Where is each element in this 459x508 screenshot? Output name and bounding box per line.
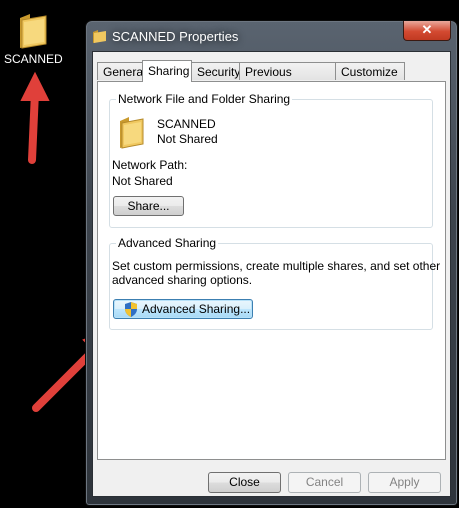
dialog-client: General Sharing Security Previous Versio… (92, 51, 451, 497)
advanced-sharing-group: Advanced Sharing Set custom permissions,… (109, 236, 440, 330)
tab-security[interactable]: Security (191, 62, 240, 80)
share-button[interactable]: Share... (113, 196, 184, 216)
tab-previous-versions[interactable]: Previous Versions (239, 62, 336, 97)
advanced-sharing-group-title: Advanced Sharing (116, 236, 219, 250)
advanced-sharing-button-label: Advanced Sharing... (142, 302, 251, 316)
apply-button[interactable]: Apply (368, 472, 441, 493)
advanced-sharing-description-1: Set custom permissions, create multiple … (112, 259, 441, 273)
shared-folder-name: SCANNED (157, 117, 216, 131)
close-window-button[interactable]: ✕ (403, 21, 451, 41)
close-button[interactable]: Close (208, 472, 281, 493)
close-icon: ✕ (421, 22, 433, 37)
uac-shield-icon (125, 302, 137, 317)
tab-customize[interactable]: Customize (335, 62, 405, 80)
share-status: Not Shared (157, 132, 218, 146)
folder-icon (93, 30, 106, 43)
network-sharing-group: Network File and Folder Sharing SCANNED … (109, 92, 433, 228)
sharing-tab-page: Network File and Folder Sharing SCANNED … (97, 81, 446, 460)
advanced-sharing-description-2: advanced sharing options. (112, 273, 253, 287)
network-path-label: Network Path: (112, 158, 188, 172)
folder-icon (120, 117, 144, 149)
arrow-up-icon (20, 71, 50, 164)
cancel-button[interactable]: Cancel (288, 472, 361, 493)
advanced-sharing-button[interactable]: Advanced Sharing... (113, 299, 253, 319)
network-sharing-group-title: Network File and Folder Sharing (116, 92, 293, 106)
title-bar[interactable]: SCANNED Properties ✕ (86, 21, 457, 51)
network-path-value: Not Shared (112, 174, 173, 188)
properties-window: SCANNED Properties ✕ General Sharing Sec… (85, 20, 458, 506)
tab-general[interactable]: General (97, 62, 146, 80)
window-title: SCANNED Properties (112, 29, 239, 44)
tab-sharing[interactable]: Sharing (142, 60, 192, 82)
